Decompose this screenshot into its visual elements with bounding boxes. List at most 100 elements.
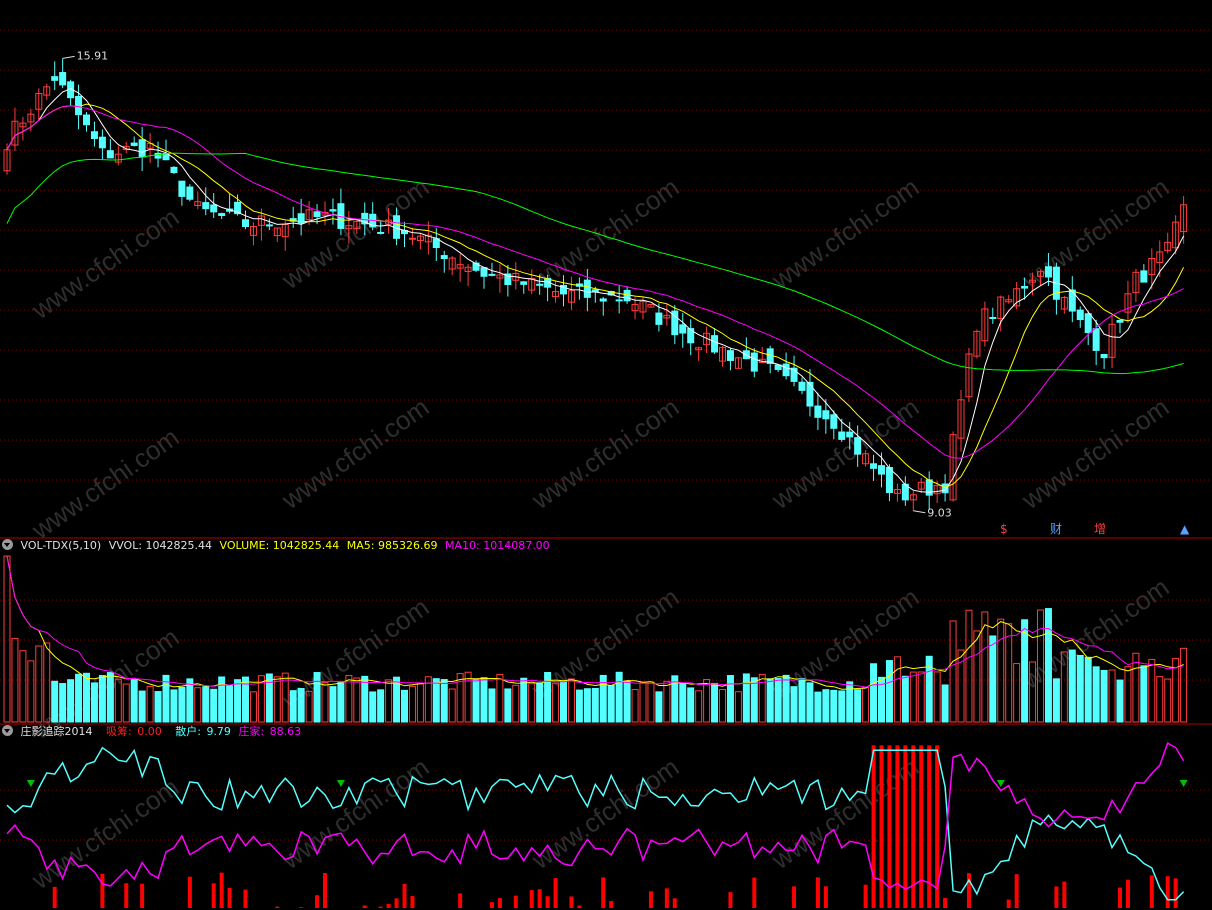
xichou-bar <box>752 877 757 908</box>
candle-down <box>1092 328 1100 351</box>
volume-bar-down <box>1116 679 1124 723</box>
volume-bar-down <box>329 686 337 723</box>
volume-bar-down <box>67 679 75 723</box>
volume-bar-down <box>679 682 687 723</box>
candle-down <box>591 289 599 293</box>
candle-down <box>854 437 862 455</box>
volume-bar-up <box>695 690 703 723</box>
xichou-bar <box>919 745 924 908</box>
stock-chart[interactable]: www.cfchi.com www.cfchi.com www.cfchi.com w… <box>0 0 1212 910</box>
candle-down <box>583 279 591 298</box>
candle-down <box>178 180 186 197</box>
volume-bar-up <box>273 676 281 723</box>
xichou-bar <box>569 896 574 908</box>
volume-bar-down <box>1100 669 1108 723</box>
volume-bar-down <box>289 690 297 723</box>
xichou-bar <box>187 876 192 908</box>
candle-down <box>377 231 385 234</box>
xichou-bar <box>402 883 407 908</box>
volume-bar-up <box>122 683 130 723</box>
volume-bar-up <box>862 687 870 723</box>
candle-down <box>846 431 854 438</box>
xichou-bar <box>52 886 57 908</box>
xichou-bar <box>1006 899 1011 908</box>
candle-down <box>242 219 249 228</box>
xichou-bar <box>545 896 550 908</box>
event-marker: 财 <box>1050 522 1062 536</box>
zhuangjia-value: 88.63 <box>269 725 302 738</box>
candle-down <box>536 283 544 286</box>
xichou-bar <box>871 745 876 908</box>
volume-bar-down <box>106 672 114 723</box>
volume-bar-down <box>583 688 591 723</box>
volume-bar-down <box>472 679 480 723</box>
volume-bar-down <box>170 689 178 723</box>
volume-bar-up <box>416 683 424 723</box>
volume-bar-down <box>1068 649 1076 723</box>
event-marker: ▲ <box>1180 522 1190 536</box>
xichou-bar <box>489 902 494 908</box>
candle-down <box>98 136 106 149</box>
vvol-value: VVOL: 1042825.44 <box>108 539 213 552</box>
xichou-bar <box>219 872 224 908</box>
volume-bar-up <box>734 691 742 723</box>
vol-ma5-value: MA5: 985326.69 <box>346 539 438 552</box>
xichou-bar <box>553 878 558 908</box>
watermark-text: www.cfchi.com <box>275 172 434 296</box>
zy-indicator-name[interactable]: 庄影追踪2014 <box>21 725 93 738</box>
candle-down <box>599 298 607 302</box>
candle-down <box>59 72 67 86</box>
xichou-bar <box>362 905 367 908</box>
xichou-bar <box>458 893 463 908</box>
volume-menu-icon[interactable] <box>2 539 13 550</box>
volume-bar-down <box>615 671 623 723</box>
low-pointer <box>913 510 926 514</box>
volume-bar-up <box>997 618 1005 723</box>
candle-down <box>1100 353 1108 359</box>
candle-down <box>1084 313 1092 334</box>
volume-bar-down <box>98 675 106 723</box>
signal-triangle <box>26 780 35 787</box>
candle-down <box>1140 270 1148 283</box>
zy-menu-icon[interactable] <box>2 725 13 736</box>
xichou-bar <box>887 745 892 908</box>
xichou-bar <box>577 905 582 908</box>
volume-bar-down <box>90 682 98 723</box>
volume-bar-down <box>520 677 528 723</box>
volume-bar-down <box>687 687 695 723</box>
candle-down <box>106 150 114 159</box>
watermark-text: www.cfchi.com <box>1015 392 1174 516</box>
xichou-bar <box>378 906 383 908</box>
volume-bar-up <box>385 679 393 723</box>
volume-bar-down <box>822 689 830 723</box>
volume-bar-down <box>1092 666 1100 723</box>
volume-bar-up <box>1180 647 1188 723</box>
xichou-bar <box>211 883 216 908</box>
volume-bar-down <box>750 677 758 723</box>
candle-down <box>711 335 719 353</box>
candle-down <box>830 414 838 429</box>
candle-down <box>488 273 496 276</box>
xichou-bar <box>410 895 415 908</box>
watermark-text: www.cfchi.com <box>765 392 924 516</box>
volume-bar-down <box>838 690 846 723</box>
xichou-bar <box>124 883 129 908</box>
xichou-bar <box>394 898 399 908</box>
xichou-bar <box>537 889 542 908</box>
signal-triangle <box>336 780 345 787</box>
volume-bar-up <box>1156 676 1164 723</box>
volume-bar-up <box>909 671 917 723</box>
volume-bar-down <box>830 689 838 723</box>
vol-indicator-name[interactable]: VOL-TDX(5,10) <box>21 539 102 552</box>
volume-bar-up <box>893 656 901 723</box>
candle-down <box>679 324 687 334</box>
candle-down <box>329 209 337 212</box>
volume-bar-down <box>432 678 440 723</box>
volume-bar-down <box>59 683 67 723</box>
candle-down <box>90 131 98 140</box>
candle-down <box>83 114 90 126</box>
volume-bar-down <box>806 682 814 723</box>
volume-bar-up <box>647 681 655 723</box>
volume-bar-down <box>591 687 599 723</box>
price-ma20-line <box>6 105 1184 459</box>
